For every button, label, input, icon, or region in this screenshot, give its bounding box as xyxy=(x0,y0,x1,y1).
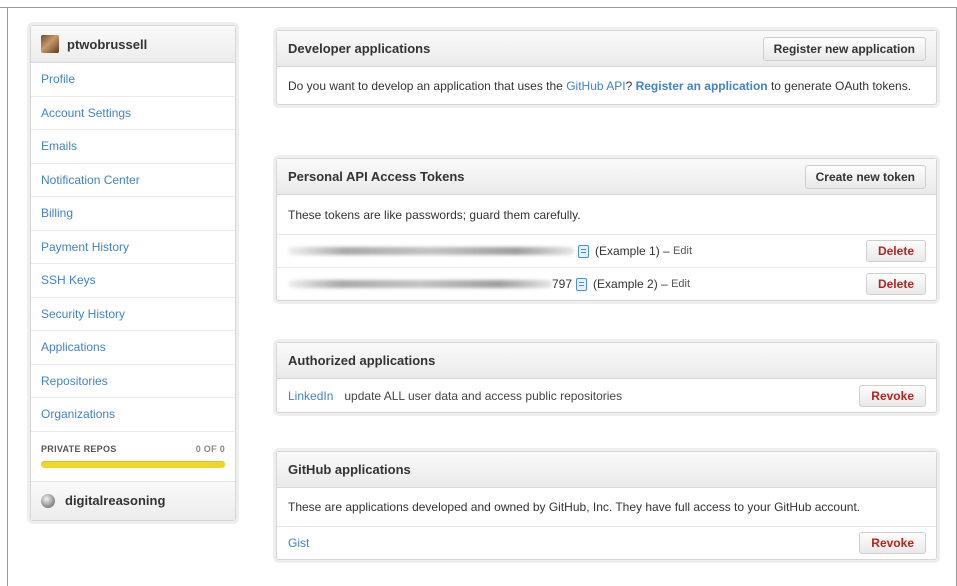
personal-api-tokens-title: Personal API Access Tokens xyxy=(288,169,465,184)
github-app-row: Gist Revoke xyxy=(277,526,936,559)
revoke-github-app-button[interactable]: Revoke xyxy=(859,532,926,554)
token-row: (Example 1) – Edit Delete xyxy=(277,234,936,267)
token-note: (Example 1) – xyxy=(595,244,670,258)
private-repos-progress-bar xyxy=(41,460,225,468)
token-row: 797 (Example 2) – Edit Delete xyxy=(277,267,936,300)
create-new-token-button[interactable]: Create new token xyxy=(804,164,926,189)
sidebar-item-profile[interactable]: Profile xyxy=(31,63,235,97)
organization-switcher[interactable]: digitalreasoning xyxy=(31,481,235,520)
avatar xyxy=(41,35,59,53)
edit-token-link[interactable]: Edit xyxy=(671,278,690,290)
settings-sidebar: ptwobrussell Profile Account Settings Em… xyxy=(30,25,236,521)
github-api-link[interactable]: GitHub API xyxy=(566,79,625,93)
sidebar-item-organizations[interactable]: Organizations xyxy=(31,398,235,432)
authorized-app-row: LinkedIn update ALL user data and access… xyxy=(277,379,936,412)
private-repos-panel: PRIVATE REPOS 0 OF 0 xyxy=(31,432,235,482)
desc-text-mid: ? xyxy=(625,79,636,93)
register-application-link[interactable]: Register an application xyxy=(636,79,768,93)
sidebar-item-billing[interactable]: Billing xyxy=(31,197,235,231)
tokens-description: These tokens are like passwords; guard t… xyxy=(288,208,581,222)
private-repos-count: 0 OF 0 xyxy=(195,443,225,454)
sidebar-item-ssh-keys[interactable]: SSH Keys xyxy=(31,264,235,298)
desc-text-post: to generate OAuth tokens. xyxy=(767,79,912,93)
sidebar-item-repositories[interactable]: Repositories xyxy=(31,365,235,398)
redacted-token xyxy=(288,280,552,288)
sidebar-item-emails[interactable]: Emails xyxy=(31,130,235,164)
desc-text-pre: Do you want to develop an application th… xyxy=(288,79,567,93)
sidebar-item-notification-center[interactable]: Notification Center xyxy=(31,164,235,197)
developer-applications-box: Developer applications Register new appl… xyxy=(276,30,937,105)
sidebar-user-header[interactable]: ptwobrussell xyxy=(31,26,235,63)
developer-applications-description: Do you want to develop an application th… xyxy=(288,67,925,104)
github-applications-box: GitHub applications These are applicatio… xyxy=(276,451,937,560)
redacted-token xyxy=(288,247,574,255)
token-suffix: 797 xyxy=(552,277,573,291)
frame-border-left xyxy=(7,7,8,586)
sidebar-item-account-settings[interactable]: Account Settings xyxy=(31,97,235,130)
token-note: (Example 2) – xyxy=(593,277,668,291)
organization-avatar xyxy=(41,493,55,508)
clipboard-icon[interactable] xyxy=(578,244,589,258)
delete-token-button[interactable]: Delete xyxy=(865,240,926,262)
sidebar-item-applications[interactable]: Applications xyxy=(31,331,235,365)
authorized-applications-title: Authorized applications xyxy=(288,353,436,368)
username: ptwobrussell xyxy=(67,36,148,52)
sidebar-item-security-history[interactable]: Security History xyxy=(31,298,235,331)
sidebar-item-payment-history[interactable]: Payment History xyxy=(31,231,235,264)
private-repos-label: PRIVATE REPOS xyxy=(41,443,117,454)
github-applications-description: These are applications developed and own… xyxy=(288,500,861,514)
authorized-applications-box: Authorized applications LinkedIn update … xyxy=(276,342,937,413)
register-new-application-button[interactable]: Register new application xyxy=(762,36,926,61)
organization-name: digitalreasoning xyxy=(65,493,166,508)
frame-border-top xyxy=(0,7,957,8)
developer-applications-title: Developer applications xyxy=(288,41,431,56)
authorized-app-name-link[interactable]: LinkedIn xyxy=(288,389,333,403)
clipboard-icon[interactable] xyxy=(576,277,588,291)
github-app-name-link[interactable]: Gist xyxy=(288,536,309,550)
edit-token-link[interactable]: Edit xyxy=(673,245,692,257)
github-applications-title: GitHub applications xyxy=(288,462,411,477)
authorized-app-description: update ALL user data and access public r… xyxy=(344,388,623,403)
delete-token-button[interactable]: Delete xyxy=(865,273,926,295)
personal-api-tokens-box: Personal API Access Tokens Create new to… xyxy=(276,158,937,301)
revoke-app-button[interactable]: Revoke xyxy=(859,384,926,407)
